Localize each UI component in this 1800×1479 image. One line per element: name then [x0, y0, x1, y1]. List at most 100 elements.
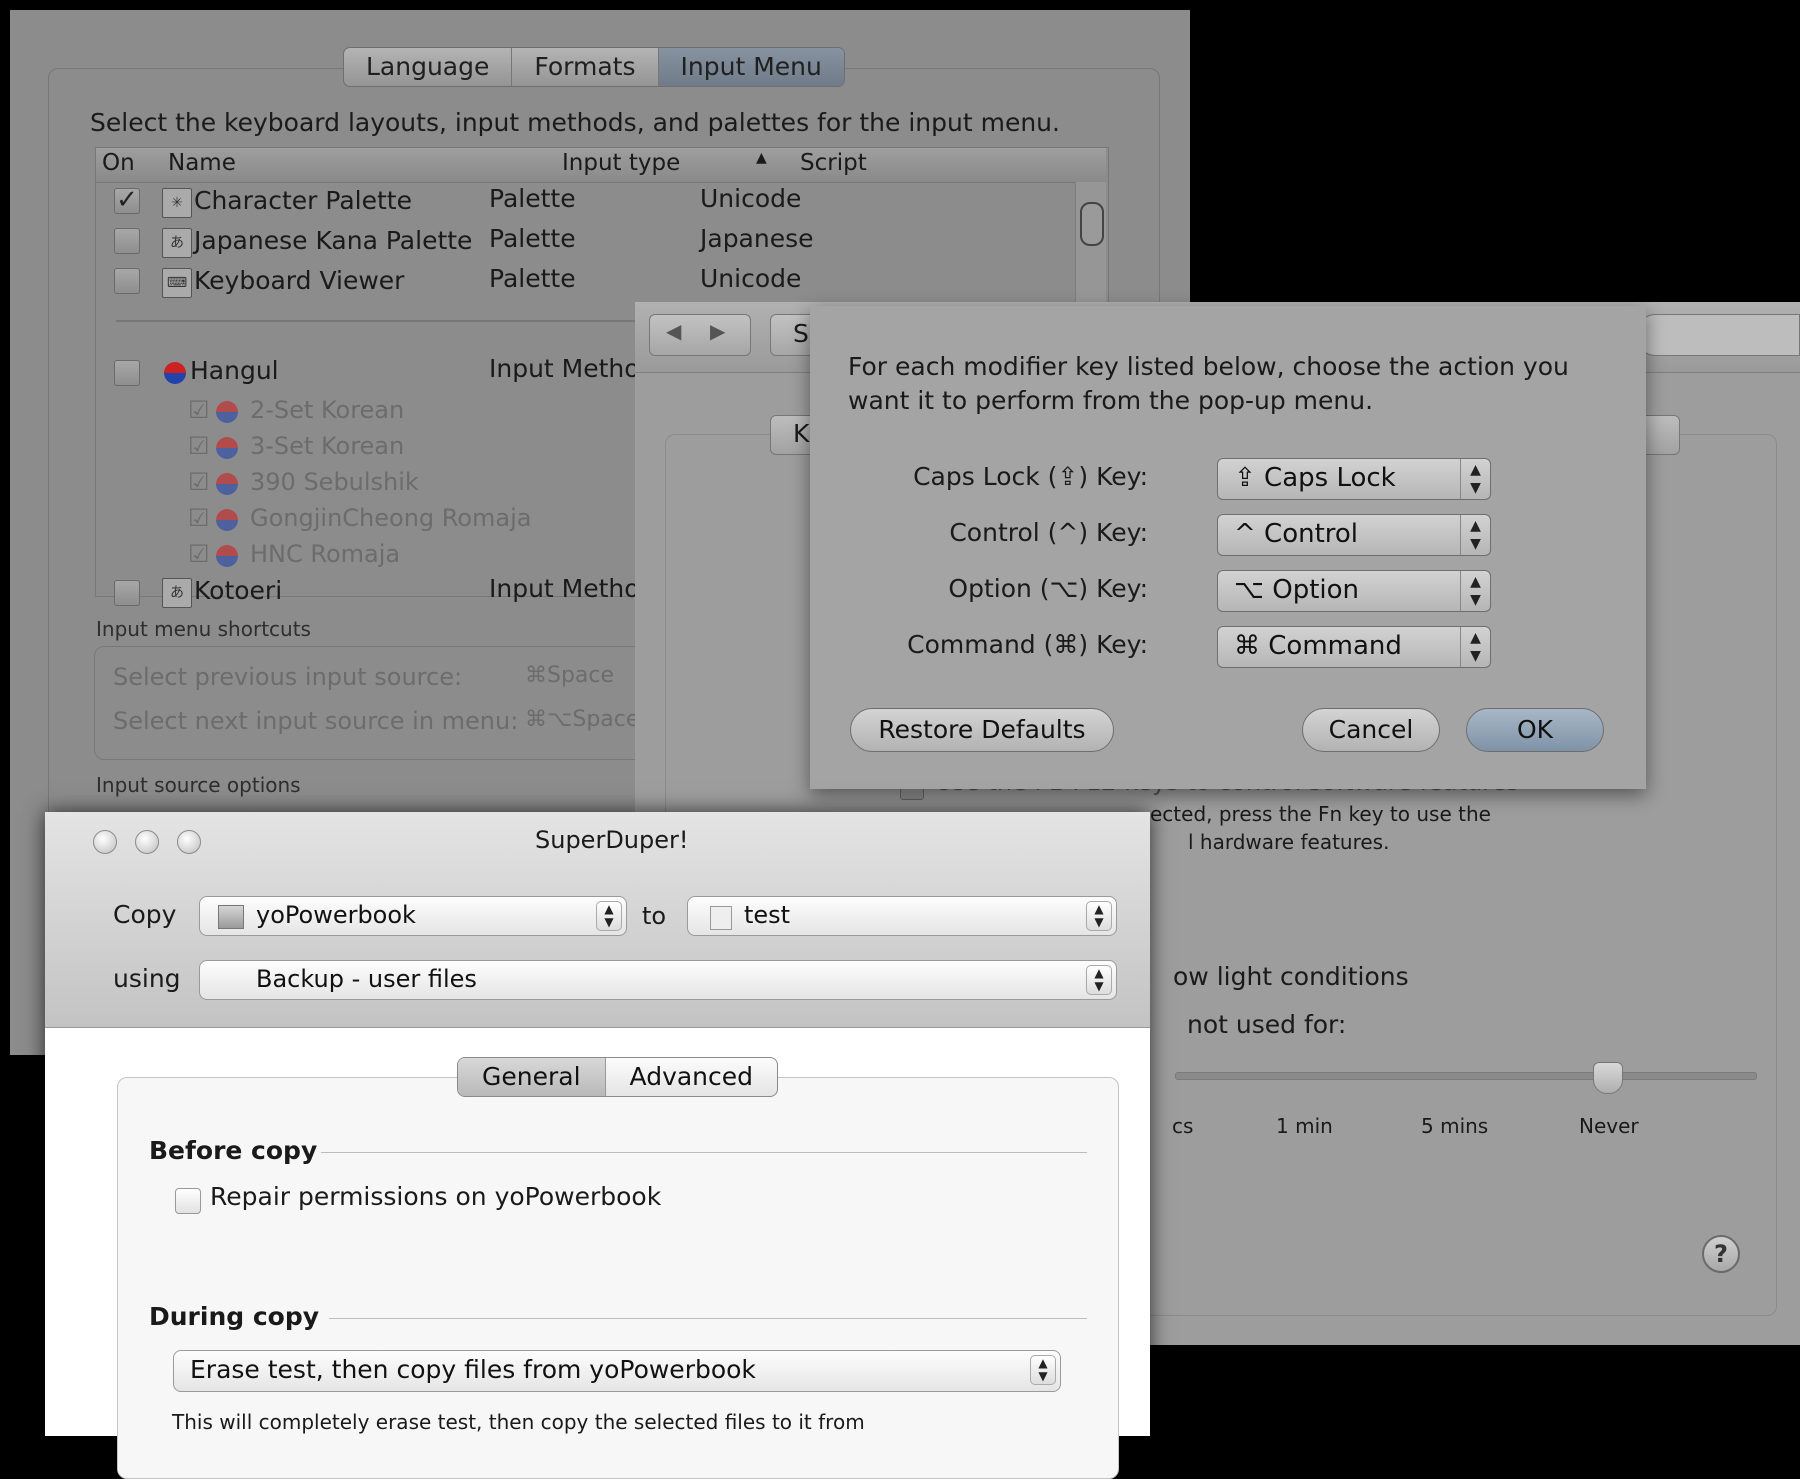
search-field[interactable] — [1635, 314, 1800, 356]
row-checkbox[interactable] — [114, 268, 140, 294]
scrollbar-thumb[interactable] — [1080, 202, 1104, 246]
checked-icon: ☑ — [188, 540, 210, 568]
back-forward-buttons[interactable]: ◀ ▶ — [649, 314, 751, 356]
popup-arrows-icon: ▲ ▼ — [1086, 965, 1112, 995]
option-popup[interactable]: ⌥ Option ▲ ▼ — [1217, 570, 1491, 612]
korean-flag-icon — [216, 509, 238, 531]
column-name[interactable]: Name — [168, 150, 236, 176]
table-row[interactable]: あ Japanese Kana Palette Palette Japanese — [96, 224, 1074, 260]
during-copy-value: Erase test, then copy files from yoPower… — [190, 1355, 756, 1384]
popup-arrows-icon: ▲ ▼ — [1460, 571, 1490, 611]
popup-arrows-icon: ▲ ▼ — [596, 901, 622, 931]
shortcuts-section-title: Input menu shortcuts — [96, 617, 311, 641]
option-value: ⌥ Option — [1234, 575, 1359, 605]
korean-flag-icon — [216, 437, 238, 459]
idle-slider-thumb[interactable] — [1593, 1062, 1623, 1094]
subitem-label: 2-Set Korean — [250, 396, 405, 424]
hard-drive-icon — [218, 905, 244, 929]
korean-flag-icon — [216, 401, 238, 423]
during-copy-heading: During copy — [149, 1302, 320, 1331]
command-label: Command (⌘) Key: — [907, 630, 1148, 659]
ok-button[interactable]: OK — [1466, 708, 1604, 752]
modifier-keys-sheet: For each modifier key listed below, choo… — [810, 306, 1646, 789]
popup-arrows-icon: ▲ ▼ — [1460, 515, 1490, 555]
options-tab-bar: General Advanced — [457, 1057, 779, 1097]
show-all-fragment: S — [793, 319, 809, 348]
shortcut-keys[interactable]: ⌘⌥Space — [525, 707, 639, 732]
row-type: Palette — [489, 184, 576, 213]
shortcut-keys[interactable]: ⌘Space — [525, 663, 614, 688]
tab-advanced[interactable]: Advanced — [606, 1058, 777, 1096]
to-label: to — [642, 902, 667, 930]
row-type: Palette — [489, 264, 576, 293]
fkeys-note-1: ected, press the Fn key to use the — [1150, 802, 1491, 826]
character-palette-icon: ✳ — [162, 188, 192, 218]
row-type: Input Method — [489, 354, 656, 383]
row-type: Input Method — [489, 574, 656, 603]
table-row[interactable]: ✓ ✳ Character Palette Palette Unicode — [96, 184, 1074, 220]
column-input-type[interactable]: Input type — [562, 150, 680, 176]
source-volume-popup[interactable]: yoPowerbook ▲ ▼ — [199, 896, 627, 936]
subitem-label: 390 Sebulshik — [250, 468, 419, 496]
column-on[interactable]: On — [102, 150, 135, 176]
zoom-icon[interactable] — [177, 830, 201, 854]
sort-ascending-icon: ▲ — [756, 150, 767, 166]
row-name: Character Palette — [194, 186, 412, 215]
control-label: Control (^) Key: — [949, 518, 1148, 547]
row-name: Keyboard Viewer — [194, 266, 405, 295]
control-popup[interactable]: ^ Control ▲ ▼ — [1217, 514, 1491, 556]
caps-lock-popup[interactable]: ⇪ Caps Lock ▲ ▼ — [1217, 458, 1491, 500]
korean-flag-icon — [216, 545, 238, 567]
tab-input-menu[interactable]: Input Menu — [658, 48, 844, 86]
tab-keyboard-fragment: K — [793, 419, 810, 448]
row-script: Unicode — [700, 264, 802, 293]
command-popup[interactable]: ⌘ Command ▲ ▼ — [1217, 626, 1491, 668]
idle-slider-track[interactable] — [1175, 1072, 1757, 1080]
close-icon[interactable] — [93, 830, 117, 854]
slider-label: cs — [1172, 1114, 1194, 1138]
back-arrow-icon[interactable]: ◀ — [666, 319, 681, 343]
restore-defaults-button[interactable]: Restore Defaults — [850, 708, 1114, 752]
keyboard-viewer-icon: ⌨ — [162, 268, 192, 298]
row-checkbox[interactable] — [114, 580, 140, 606]
before-copy-heading: Before copy — [149, 1136, 318, 1165]
disk-image-icon — [710, 906, 732, 930]
tab-language[interactable]: Language — [344, 48, 513, 86]
command-value: ⌘ Command — [1234, 631, 1402, 661]
row-checkbox[interactable] — [114, 360, 140, 386]
repair-permissions-checkbox[interactable] — [175, 1188, 201, 1214]
script-value: Backup - user files — [256, 965, 477, 993]
tab-formats[interactable]: Formats — [512, 48, 659, 86]
row-name: Kotoeri — [194, 576, 283, 605]
source-volume-value: yoPowerbook — [256, 901, 416, 929]
table-row[interactable]: ⌨ Keyboard Viewer Palette Unicode — [96, 264, 1074, 300]
control-value: ^ Control — [1234, 519, 1359, 549]
popup-arrows-icon: ▲ ▼ — [1460, 627, 1490, 667]
help-button[interactable]: ? — [1702, 1235, 1740, 1273]
tab-general[interactable]: General — [458, 1058, 606, 1096]
fkeys-note-2: l hardware features. — [1188, 830, 1390, 854]
row-checkbox[interactable]: ✓ — [114, 187, 140, 214]
sheet-instruction-1: For each modifier key listed below, choo… — [848, 352, 1569, 381]
row-checkbox[interactable] — [114, 228, 140, 254]
column-script[interactable]: Script — [800, 150, 867, 176]
popup-arrows-icon: ▲ ▼ — [1460, 459, 1490, 499]
input-source-options-title: Input source options — [96, 773, 301, 797]
script-popup[interactable]: Backup - user files ▲ ▼ — [199, 960, 1117, 1000]
shortcut-label: Select next input source in menu: — [113, 707, 519, 735]
row-script: Japanese — [700, 224, 814, 253]
row-script: Unicode — [700, 184, 802, 213]
caps-lock-label: Caps Lock (⇪) Key: — [913, 462, 1148, 491]
minimize-icon[interactable] — [135, 830, 159, 854]
forward-arrow-icon[interactable]: ▶ — [710, 319, 725, 343]
slider-label: Never — [1579, 1114, 1639, 1138]
during-copy-popup[interactable]: Erase test, then copy files from yoPower… — [173, 1350, 1061, 1392]
subitem-label: GongjinCheong Romaja — [250, 504, 532, 532]
cancel-button[interactable]: Cancel — [1302, 708, 1440, 752]
shortcut-label: Select previous input source: — [113, 663, 463, 691]
superduper-header: SuperDuper! Copy yoPowerbook ▲ ▼ to test … — [45, 812, 1150, 1028]
popup-arrows-icon: ▲ ▼ — [1086, 901, 1112, 931]
destination-volume-popup[interactable]: test ▲ ▼ — [687, 896, 1117, 936]
korean-flag-icon — [216, 473, 238, 495]
language-tab-bar: Language Formats Input Menu — [343, 47, 845, 87]
